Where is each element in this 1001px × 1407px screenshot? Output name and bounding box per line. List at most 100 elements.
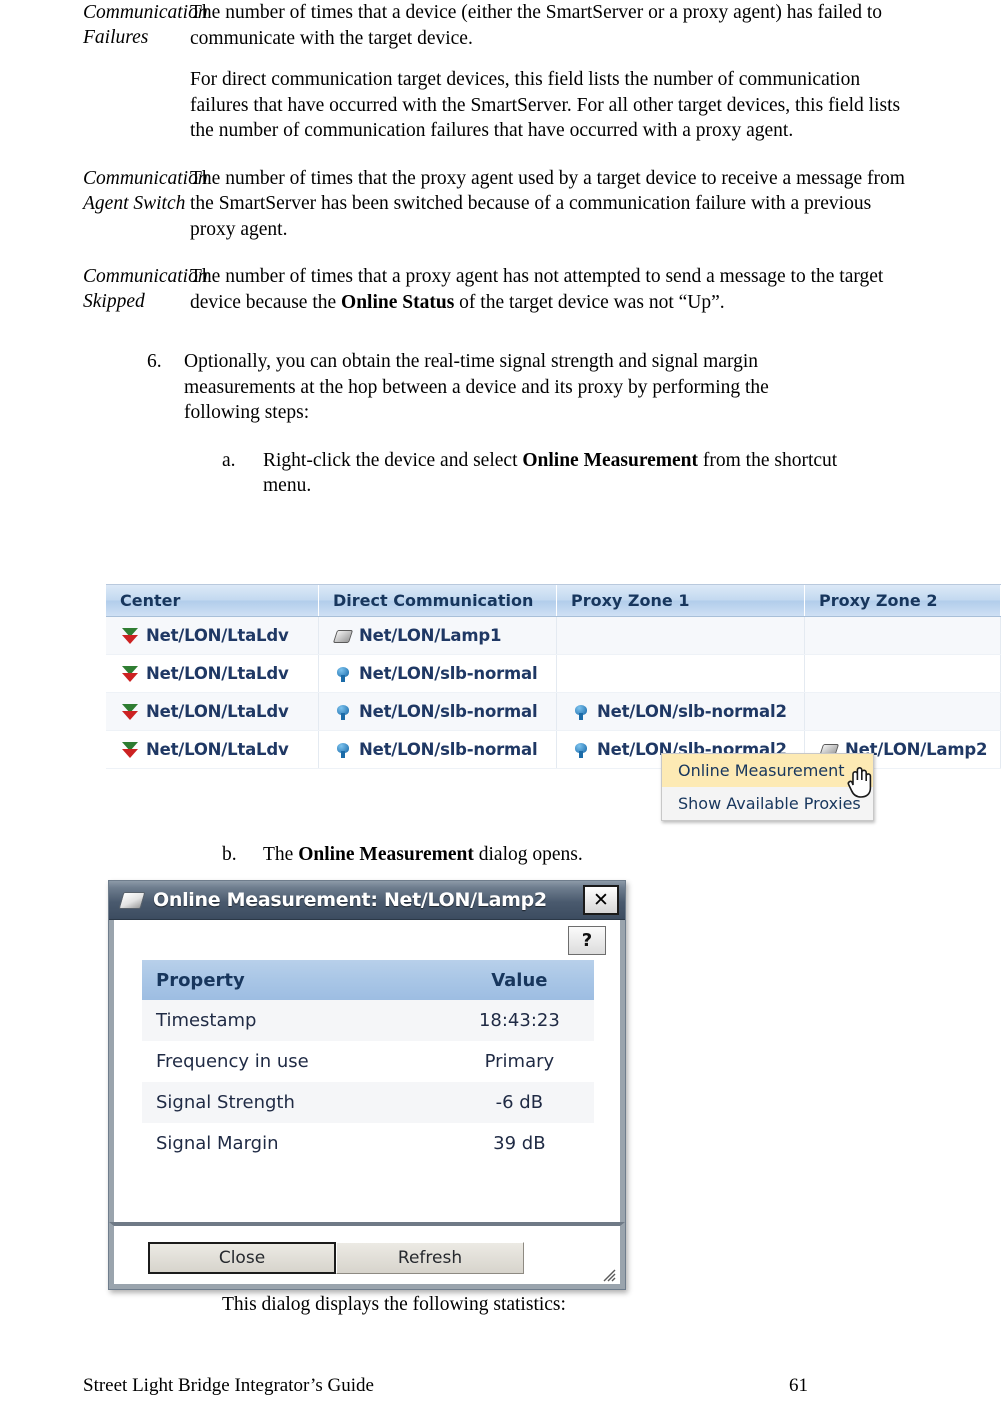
ltaldv-device-icon (120, 626, 140, 646)
resize-grip-icon[interactable] (600, 1266, 616, 1282)
grid-cell[interactable]: Net/LON/LtaLdv (106, 655, 319, 692)
table-row: Timestamp 18:43:23 (142, 1000, 594, 1041)
grid-cell-label: Net/LON/slb-normal2 (597, 702, 787, 721)
dialog-title-bar[interactable]: Online Measurement: Net/LON/Lamp2 ✕ (109, 881, 625, 920)
grid-cell[interactable]: Net/LON/LtaLdv (106, 617, 319, 654)
substep-text-pre: The (263, 844, 299, 865)
measurement-property: Signal Margin (142, 1123, 446, 1164)
grid-cell[interactable] (557, 617, 805, 654)
definition-description: The number of times that a proxy agent h… (190, 264, 1001, 315)
dialog-footer: Close Refresh (109, 1222, 625, 1289)
substep-text: The Online Measurement dialog opens. (263, 842, 1001, 868)
lamp-device-icon (333, 626, 353, 646)
step-number: 6. (147, 351, 162, 372)
grid-column-header-proxy-zone-2[interactable]: Proxy Zone 2 (805, 585, 1001, 616)
dialog-title: Online Measurement: Net/LON/Lamp2 (153, 889, 547, 911)
substep-a: a. Right-click the device and select Onl… (0, 448, 1001, 499)
measurement-value: Primary (445, 1041, 594, 1082)
grid-cell-label: Net/LON/LtaLdv (146, 702, 289, 721)
table-row: Frequency in use Primary (142, 1041, 594, 1082)
grid-cell[interactable] (805, 617, 1001, 654)
grid-header-row: Center Direct Communication Proxy Zone 1… (106, 585, 1001, 617)
dialog-window-icon (119, 889, 145, 911)
step-text: Optionally, you can obtain the real-time… (184, 351, 769, 423)
definition-list: Communication Failures The number of tim… (0, 0, 1001, 499)
measurement-property: Frequency in use (142, 1041, 446, 1082)
definition-row: Communication Skipped The number of time… (0, 264, 1001, 315)
grid-cell-label: Net/LON/Lamp1 (359, 626, 502, 645)
help-button[interactable]: ? (568, 925, 606, 955)
grid-column-header-proxy-zone-1[interactable]: Proxy Zone 1 (557, 585, 805, 616)
refresh-button[interactable]: Refresh (336, 1242, 524, 1274)
grid-cell[interactable] (805, 693, 1001, 730)
grid-cell-label: Net/LON/LtaLdv (146, 626, 289, 645)
definition-term: Communication Skipped (83, 266, 208, 312)
measurement-table-header-row: Property Value (142, 960, 594, 1000)
substep-text-pre: Right-click the device and select (263, 449, 523, 471)
grid-column-header-direct-communication[interactable]: Direct Communication (319, 585, 557, 616)
ltaldv-device-icon (120, 702, 140, 722)
menu-item-show-available-proxies[interactable]: Show Available Proxies (662, 787, 873, 820)
definition-term: Communication Agent Switch (83, 167, 208, 214)
measurement-value: 18:43:23 (445, 1000, 594, 1041)
substep-text: Right-click the device and select Online… (263, 448, 861, 499)
page-footer: Street Light Bridge Integrator’s Guide 6… (0, 1375, 1001, 1397)
grid-cell-label: Net/LON/slb-normal (359, 740, 538, 759)
definition-description: The number of times that the proxy agent… (190, 166, 1001, 243)
shortcut-context-menu[interactable]: Online Measurement Show Available Proxie… (661, 753, 874, 821)
measurement-value: 39 dB (445, 1123, 594, 1164)
grid-cell[interactable]: Net/LON/LtaLdv (106, 693, 319, 730)
grid-cell[interactable] (805, 655, 1001, 692)
measurement-column-header-property[interactable]: Property (142, 960, 446, 1000)
measurement-value: -6 dB (445, 1082, 594, 1123)
close-icon[interactable]: ✕ (583, 885, 619, 915)
footer-document-title: Street Light Bridge Integrator’s Guide (83, 1375, 374, 1396)
grid-cell[interactable]: Net/LON/slb-normal (319, 693, 557, 730)
grid-cell[interactable]: Net/LON/LtaLdv (106, 731, 319, 768)
dialog-button-bar: Close Refresh (114, 1242, 620, 1274)
definition-row: Communication Agent Switch The number of… (0, 166, 1001, 243)
grid-cell[interactable]: Net/LON/slb-normal (319, 731, 557, 768)
table-row[interactable]: Net/LON/LtaLdv Net/LON/Lamp1 (106, 617, 1001, 655)
slb-device-icon (333, 664, 353, 684)
slb-device-icon (333, 702, 353, 722)
substep-number: a. (222, 449, 236, 471)
slb-device-icon (333, 740, 353, 760)
measurement-table: Property Value Timestamp 18:43:23 Freque… (142, 960, 594, 1164)
measurement-property: Timestamp (142, 1000, 446, 1041)
definition-term: Communication Failures (83, 2, 208, 48)
grid-cell[interactable]: Net/LON/slb-normal2 (557, 693, 805, 730)
ltaldv-device-icon (120, 664, 140, 684)
proxy-chain-grid: Center Direct Communication Proxy Zone 1… (106, 584, 1001, 769)
online-measurement-term: Online Measurement (522, 449, 699, 471)
definition-paragraph: The number of times that a device (eithe… (190, 2, 882, 49)
grid-cell-label: Net/LON/LtaLdv (146, 664, 289, 683)
menu-item-online-measurement[interactable]: Online Measurement (662, 754, 873, 787)
definition-paragraph: The number of times that the proxy agent… (190, 167, 905, 240)
definition-row: Communication Failures The number of tim… (0, 0, 1001, 144)
slb-device-icon (571, 702, 591, 722)
substep-number: b. (222, 844, 237, 865)
numbered-step: 6. Optionally, you can obtain the real-t… (0, 349, 1001, 426)
measurement-column-header-value[interactable]: Value (445, 960, 594, 1000)
grid-cell[interactable]: Net/LON/slb-normal (319, 655, 557, 692)
definition-description: The number of times that a device (eithe… (190, 0, 1001, 144)
online-measurement-term: Online Measurement (298, 844, 474, 865)
definition-paragraph: For direct communication target devices,… (190, 69, 901, 141)
slb-device-icon (571, 740, 591, 760)
page-number: 61 (789, 1375, 808, 1396)
grid-cell[interactable]: Net/LON/Lamp1 (319, 617, 557, 654)
online-measurement-dialog: Online Measurement: Net/LON/Lamp2 ✕ ? Pr… (108, 880, 626, 1290)
table-row[interactable]: Net/LON/LtaLdv Net/LON/slb-normal Net/LO… (106, 693, 1001, 731)
definition-paragraph: The number of times that a proxy agent h… (190, 266, 884, 313)
measurement-property: Signal Strength (142, 1082, 446, 1123)
substep-text-post: dialog opens. (473, 844, 583, 865)
table-row[interactable]: Net/LON/LtaLdv Net/LON/slb-normal (106, 655, 1001, 693)
table-row: Signal Margin 39 dB (142, 1123, 594, 1164)
dialog-help-bar: ? (114, 920, 620, 960)
dialog-body-spacer (114, 1164, 620, 1222)
ltaldv-device-icon (120, 740, 140, 760)
grid-column-header-center[interactable]: Center (106, 585, 319, 616)
close-button[interactable]: Close (148, 1242, 336, 1274)
grid-cell[interactable] (557, 655, 805, 692)
